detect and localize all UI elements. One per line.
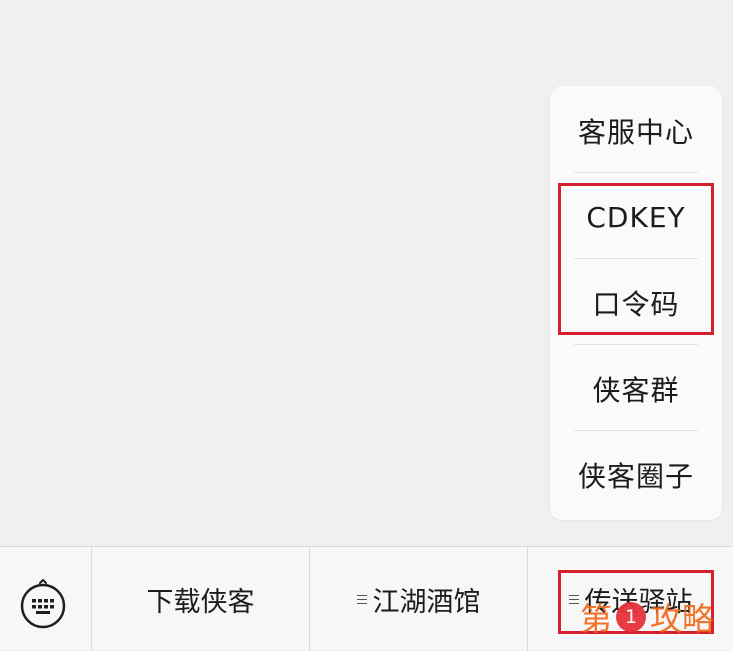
keyboard-icon[interactable] (18, 579, 68, 629)
tab-label: 江湖酒馆 (372, 586, 481, 618)
menu-item-hero-circle[interactable]: 侠客圈子 (550, 432, 722, 518)
menu-divider (574, 344, 698, 345)
menu-divider (574, 430, 698, 431)
tab-download-hero[interactable]: 下载侠客 (92, 547, 309, 651)
highlight-box-menu (558, 183, 714, 335)
watermark-badge: 1 (616, 602, 647, 632)
watermark-text-right: 攻略 (650, 600, 715, 638)
submenu-icon (356, 592, 367, 607)
tab-label: 下载侠客 (146, 586, 255, 618)
menu-item-customer-service[interactable]: 客服中心 (550, 88, 722, 174)
menu-item-hero-group[interactable]: 侠客群 (550, 346, 722, 432)
tab-jianghu-tavern[interactable]: 江湖酒馆 (310, 547, 527, 651)
menu-divider (574, 172, 698, 173)
watermark-text-left: 第 (580, 600, 613, 638)
watermark: 第 1 攻略 (580, 594, 714, 640)
